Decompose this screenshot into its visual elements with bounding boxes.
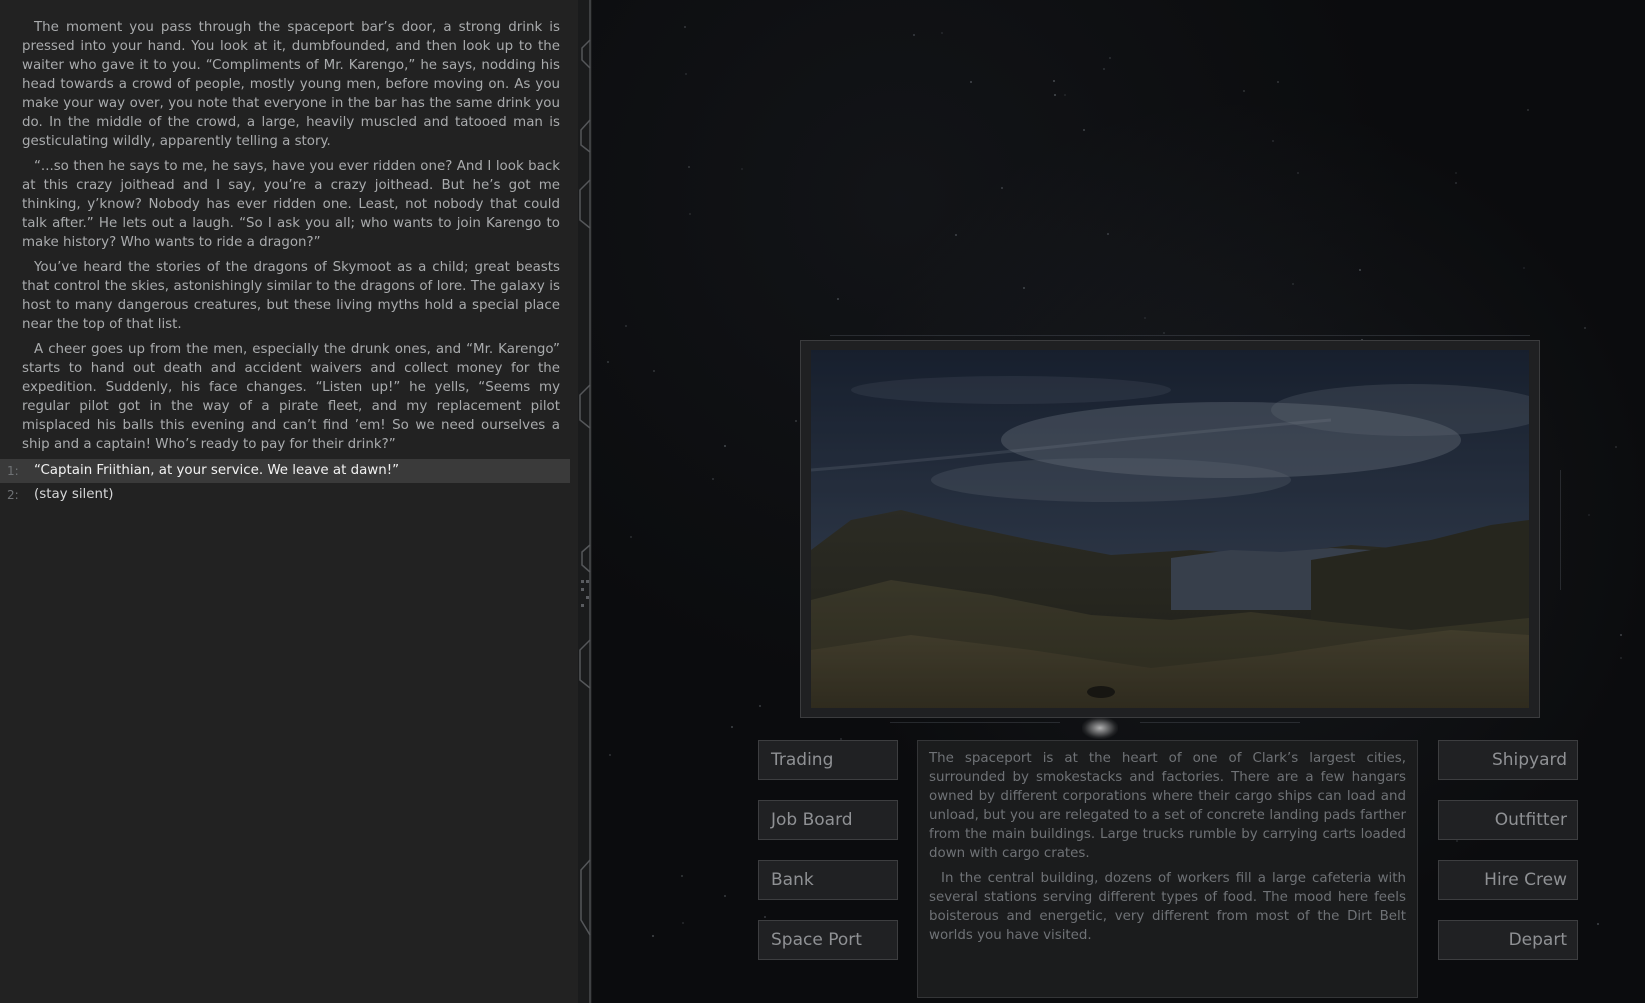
star	[608, 753, 611, 756]
story-paragraph: The moment you pass through the spacepor…	[22, 20, 560, 149]
description-paragraph: The spaceport is at the heart of one of …	[929, 751, 1406, 861]
star	[1455, 171, 1458, 174]
star	[1277, 80, 1280, 83]
star	[940, 32, 943, 35]
star	[955, 234, 958, 237]
star	[1597, 922, 1600, 925]
star	[794, 420, 797, 423]
star	[1242, 90, 1245, 93]
choice-text: “Captain Friithian, at your service. We …	[34, 463, 400, 478]
choice-option-1[interactable]: 1: “Captain Friithian, at your service. …	[0, 459, 570, 483]
star	[712, 478, 715, 481]
star	[624, 325, 627, 328]
bank-button[interactable]: Bank	[758, 860, 898, 900]
star	[653, 370, 656, 373]
story-paragraph: A cheer goes up from the men, especially…	[22, 342, 560, 452]
star	[1359, 269, 1362, 272]
choice-text: (stay silent)	[34, 487, 114, 502]
star	[1527, 108, 1530, 111]
choice-number: 1:	[7, 464, 19, 478]
depart-button[interactable]: Depart	[1438, 920, 1578, 960]
star	[629, 536, 632, 539]
star	[724, 444, 727, 447]
star	[1063, 94, 1066, 97]
hud-decoration	[890, 722, 1060, 723]
star	[685, 72, 688, 75]
star	[680, 875, 683, 878]
star	[1083, 128, 1086, 131]
star	[687, 166, 690, 169]
game-screen: The moment you pass through the spacepor…	[0, 0, 1645, 1003]
shipyard-button[interactable]: Shipyard	[1438, 740, 1578, 780]
scene-image-frame	[800, 340, 1540, 718]
star	[740, 167, 743, 170]
star	[970, 81, 973, 84]
story-text: The moment you pass through the spacepor…	[22, 18, 560, 460]
star	[1106, 232, 1109, 235]
star	[1583, 326, 1586, 329]
star	[1615, 446, 1618, 449]
space-port-button[interactable]: Space Port	[758, 920, 898, 960]
star	[1455, 839, 1458, 842]
star	[1455, 181, 1458, 184]
star	[913, 34, 916, 37]
indicator-light	[1082, 717, 1118, 739]
star	[759, 705, 762, 707]
star	[651, 934, 654, 937]
hud-decoration	[1560, 470, 1561, 590]
star	[1143, 316, 1146, 319]
star	[837, 298, 840, 301]
star	[607, 361, 610, 364]
star	[1102, 68, 1105, 71]
hire-crew-button[interactable]: Hire Crew	[1438, 860, 1578, 900]
star	[1272, 139, 1275, 142]
story-paragraph: “...so then he says to me, he says, have…	[22, 159, 560, 250]
choice-option-2[interactable]: 2: (stay silent)	[0, 483, 570, 507]
star	[764, 916, 767, 919]
star	[1023, 286, 1026, 289]
choice-number: 2:	[7, 488, 19, 502]
description-paragraph: In the central building, dozens of worke…	[929, 871, 1406, 943]
job-board-button[interactable]: Job Board	[758, 800, 898, 840]
landscape-image	[811, 350, 1529, 708]
star	[1108, 56, 1111, 59]
star	[1054, 93, 1057, 96]
star	[1588, 514, 1591, 517]
star	[682, 921, 685, 924]
star	[688, 213, 691, 216]
star	[684, 25, 687, 28]
star	[1523, 266, 1526, 269]
panel-edge-ornament	[578, 0, 592, 1003]
conversation-panel: The moment you pass through the spacepor…	[0, 0, 589, 1003]
star	[731, 726, 734, 729]
star	[1000, 187, 1003, 190]
star	[1297, 171, 1300, 174]
star	[1163, 332, 1166, 335]
star	[723, 894, 726, 897]
location-description: The spaceport is at the heart of one of …	[917, 740, 1418, 998]
star	[1619, 633, 1622, 636]
hud-decoration	[1140, 722, 1300, 723]
trading-button[interactable]: Trading	[758, 740, 898, 780]
star	[1053, 79, 1056, 82]
star	[1620, 657, 1623, 660]
story-paragraph: You’ve heard the stories of the dragons …	[22, 260, 560, 332]
star	[1292, 283, 1295, 286]
hud-decoration	[830, 335, 1530, 336]
outfitter-button[interactable]: Outfitter	[1438, 800, 1578, 840]
